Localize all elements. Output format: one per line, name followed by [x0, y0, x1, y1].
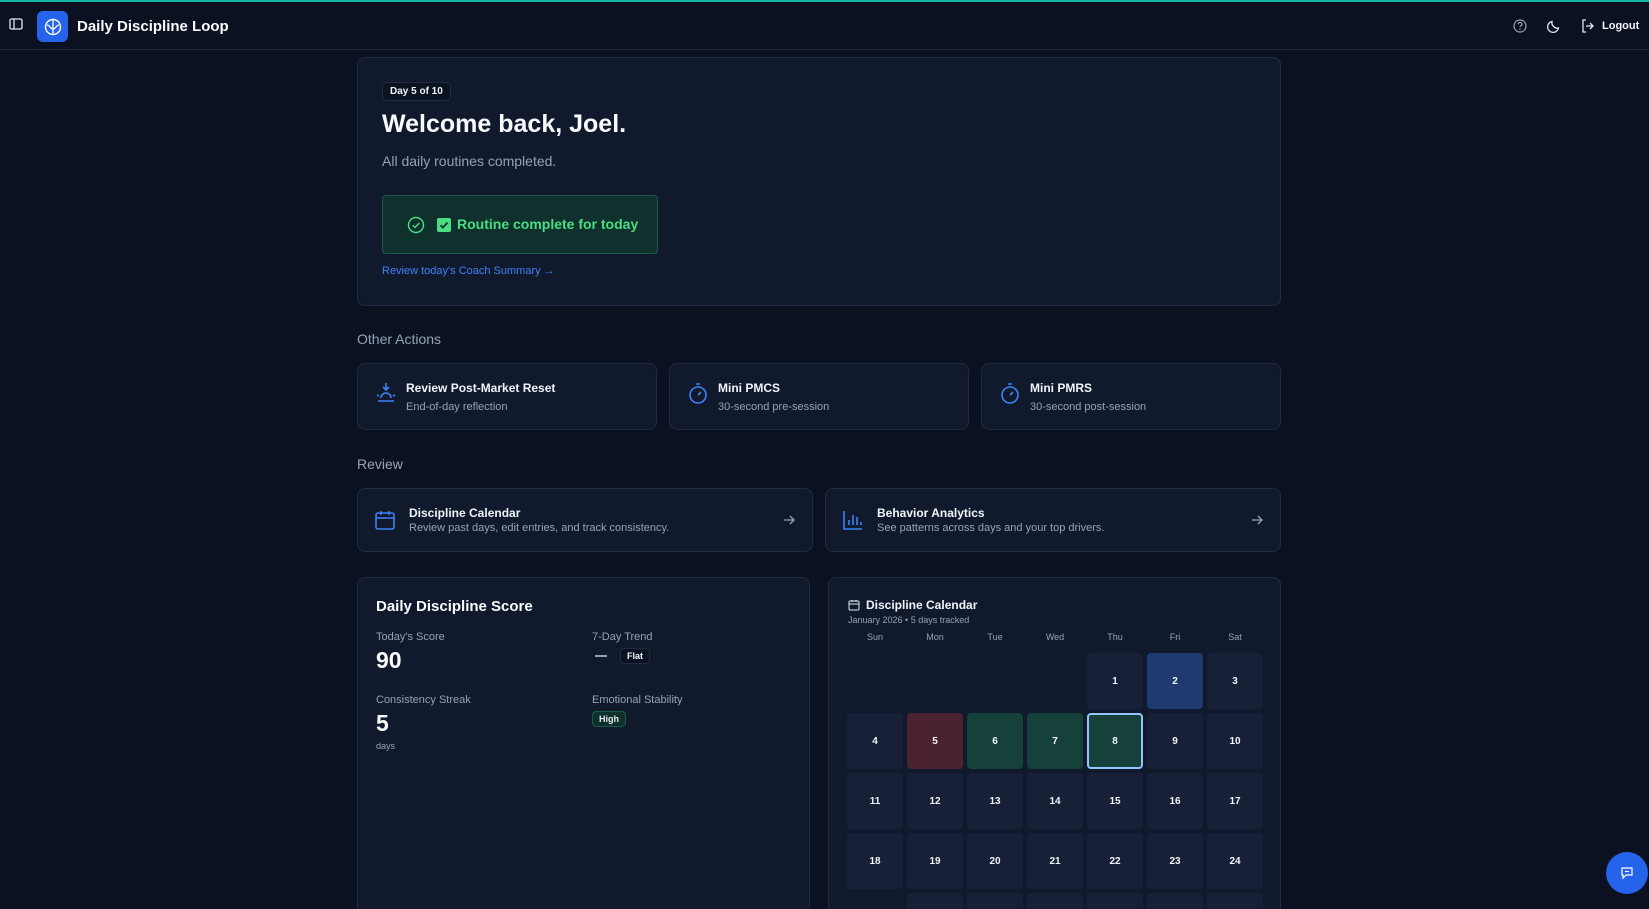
- calendar-day-cell[interactable]: 6: [967, 713, 1023, 769]
- chat-icon: [1621, 867, 1633, 880]
- todays-score-value: 90: [376, 647, 402, 673]
- checkbox-checked-icon: [437, 218, 451, 232]
- calendar-day-cell[interactable]: 18: [847, 833, 903, 889]
- calendar-day-cell[interactable]: 13: [967, 773, 1023, 829]
- stability-badge: High: [592, 711, 626, 727]
- calendar-day-cell[interactable]: 20: [967, 833, 1023, 889]
- calendar-day-cell[interactable]: 23: [1147, 833, 1203, 889]
- review-heading: Review: [357, 456, 403, 472]
- calendar-subtitle: January 2026 • 5 days tracked: [848, 615, 970, 625]
- review-card-discipline-calendar[interactable]: Discipline Calendar Review past days, ed…: [357, 488, 813, 552]
- calendar-day-cell[interactable]: [1087, 893, 1143, 909]
- weekday-label: Sat: [1228, 632, 1242, 642]
- calendar-day-cell[interactable]: [1207, 893, 1263, 909]
- routine-status-text: Routine complete for today: [457, 216, 639, 232]
- check-circle-icon: [407, 216, 425, 234]
- calendar-day-cell[interactable]: [907, 893, 963, 909]
- sidebar-toggle-icon[interactable]: [9, 17, 23, 31]
- calendar-day-cell[interactable]: 17: [1207, 773, 1263, 829]
- stopwatch-icon: [689, 383, 707, 404]
- calendar-icon: [848, 600, 860, 611]
- calendar-day-cell[interactable]: 10: [1207, 713, 1263, 769]
- trend-badge: Flat: [620, 648, 651, 664]
- brain-icon: [44, 18, 61, 35]
- weekday-label: Sun: [866, 632, 883, 642]
- stability-label: Emotional Stability: [592, 694, 683, 706]
- action-title: Mini PMRS: [1030, 381, 1092, 395]
- routine-complete-banner: Routine complete for today: [382, 195, 658, 254]
- coach-summary-link[interactable]: Review today's Coach Summary →: [382, 265, 555, 277]
- logout-button[interactable]: Logout: [1602, 20, 1639, 32]
- todays-score-label: Today's Score: [376, 631, 445, 643]
- day-progress-badge: Day 5 of 10: [382, 82, 451, 101]
- calendar-day-cell[interactable]: 9: [1147, 713, 1203, 769]
- action-description: End-of-day reflection: [406, 401, 508, 413]
- weekday-label: Wed: [1045, 632, 1065, 642]
- weekday-label: Mon: [926, 632, 944, 642]
- trend-flat-icon: [595, 655, 607, 657]
- calendar-day-cell[interactable]: 2: [1147, 653, 1203, 709]
- streak-value: 5: [376, 710, 389, 736]
- calendar-day-cell[interactable]: 1: [1087, 653, 1143, 709]
- review-title: Discipline Calendar: [409, 506, 521, 520]
- welcome-subtitle: All daily routines completed.: [382, 153, 557, 169]
- welcome-card: Day 5 of 10 Welcome back, Joel. All dail…: [357, 57, 1281, 306]
- calendar-day-cell[interactable]: 22: [1087, 833, 1143, 889]
- stopwatch-icon: [1001, 383, 1019, 404]
- streak-label: Consistency Streak: [376, 694, 471, 706]
- discipline-calendar-card: Discipline Calendar January 2026 • 5 day…: [828, 577, 1281, 909]
- action-description: 30-second post-session: [1030, 401, 1147, 413]
- weekday-label: Thu: [1107, 632, 1123, 642]
- calendar-day-cell[interactable]: 19: [907, 833, 963, 889]
- action-card-mini-pmcs[interactable]: Mini PMCS 30-second pre-session: [669, 363, 969, 430]
- chat-button[interactable]: [1606, 852, 1648, 894]
- daily-discipline-score-card: Daily Discipline Score Today's Score 90 …: [357, 577, 810, 909]
- calendar-day-cell[interactable]: [1027, 893, 1083, 909]
- calendar-day-cell[interactable]: 4: [847, 713, 903, 769]
- arrow-right-icon: [1252, 515, 1263, 525]
- arrow-right-icon: [784, 515, 795, 525]
- review-title: Behavior Analytics: [877, 506, 985, 520]
- streak-unit: days: [376, 741, 396, 751]
- moon-icon[interactable]: [1546, 18, 1562, 34]
- review-description: Review past days, edit entries, and trac…: [409, 522, 670, 534]
- calendar-day-cell[interactable]: [1147, 893, 1203, 909]
- action-title: Mini PMCS: [718, 381, 780, 395]
- calendar-day-cell[interactable]: 3: [1207, 653, 1263, 709]
- welcome-heading: Welcome back, Joel.: [382, 110, 627, 138]
- trend-label: 7-Day Trend: [592, 631, 653, 643]
- calendar-day-cell[interactable]: 7: [1027, 713, 1083, 769]
- review-card-behavior-analytics[interactable]: Behavior Analytics See patterns across d…: [825, 488, 1281, 552]
- calendar-day-cell[interactable]: 12: [907, 773, 963, 829]
- calendar-icon: [375, 511, 395, 530]
- calendar-day-cell[interactable]: 5: [907, 713, 963, 769]
- calendar-day-cell[interactable]: 15: [1087, 773, 1143, 829]
- calendar-day-cell[interactable]: [967, 893, 1023, 909]
- score-card-title: Daily Discipline Score: [376, 598, 533, 615]
- help-icon[interactable]: [1512, 18, 1528, 34]
- logout-icon[interactable]: [1580, 18, 1596, 34]
- top-bar: Daily Discipline Loop Logout: [0, 2, 1649, 50]
- action-description: 30-second pre-session: [718, 401, 830, 413]
- weekday-label: Tue: [987, 632, 1003, 642]
- action-title: Review Post-Market Reset: [406, 381, 556, 395]
- bar-chart-icon: [843, 511, 862, 530]
- review-description: See patterns across days and your top dr…: [877, 522, 1105, 534]
- other-actions-heading: Other Actions: [357, 331, 442, 347]
- calendar-day-cell[interactable]: 11: [847, 773, 903, 829]
- calendar-day-cell[interactable]: 16: [1147, 773, 1203, 829]
- calendar-day-cell[interactable]: 24: [1207, 833, 1263, 889]
- calendar-day-cell[interactable]: 21: [1027, 833, 1083, 889]
- app-logo[interactable]: [37, 11, 68, 42]
- app-title: Daily Discipline Loop: [77, 18, 229, 35]
- action-card-mini-pmrs[interactable]: Mini PMRS 30-second post-session: [981, 363, 1281, 430]
- calendar-day-cell[interactable]: 14: [1027, 773, 1083, 829]
- calendar-title: Discipline Calendar: [866, 598, 978, 612]
- weekday-label: Fri: [1169, 632, 1181, 642]
- calendar-day-cell[interactable]: 8: [1087, 713, 1143, 769]
- action-card-post-market-reset[interactable]: Review Post-Market Reset End-of-day refl…: [357, 363, 657, 430]
- sunset-icon: [376, 383, 396, 402]
